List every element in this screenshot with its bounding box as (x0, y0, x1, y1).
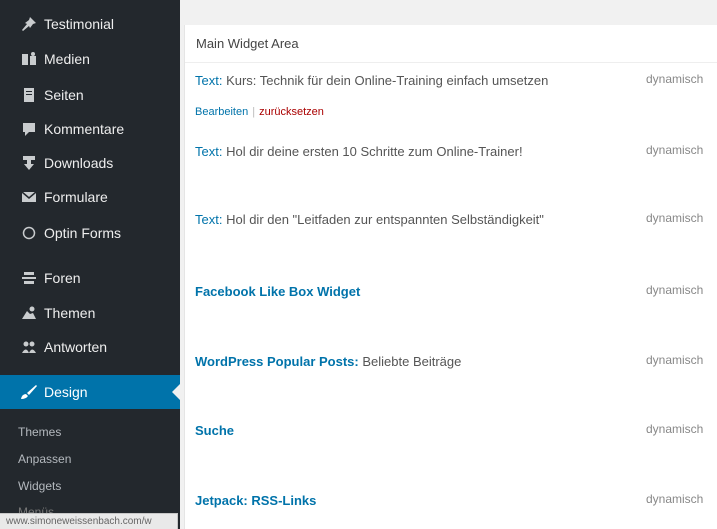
status-bar-url: www.simoneweissenbach.com/w (0, 513, 178, 529)
sidebar-item-formulare[interactable]: Formulare (0, 180, 180, 214)
widget-name: Hol dir deine ersten 10 Schritte zum Onl… (222, 144, 523, 159)
sidebar-item-kommentare[interactable]: Kommentare (0, 112, 180, 146)
topics-icon (16, 305, 42, 321)
widget-status: dynamisch (646, 283, 704, 297)
forum-icon (16, 270, 42, 286)
submenu-item-widgets[interactable]: Widgets (18, 479, 61, 493)
sidebar-item-label: Design (44, 384, 88, 400)
widget-status: dynamisch (646, 422, 704, 436)
reset-link[interactable]: zurücksetzen (259, 106, 324, 118)
widget-type: Jetpack: RSS-Links (195, 493, 317, 508)
widget-name: Kurs: Technik für dein Online-Training e… (222, 73, 549, 88)
sidebar-item-label: Downloads (44, 155, 114, 171)
widget-name: Hol dir den "Leitfaden zur entspannten S… (222, 212, 544, 227)
widget-title[interactable]: Suche (195, 423, 234, 438)
sidebar-item-antworten[interactable]: Antworten (0, 330, 180, 364)
sidebar-item-testimonial[interactable]: Testimonial (0, 7, 180, 41)
widget-status: dynamisch (646, 492, 704, 506)
sidebar-item-label: Testimonial (44, 16, 115, 32)
replies-icon (16, 339, 42, 355)
sidebar-item-label: Formulare (44, 189, 108, 205)
sidebar-item-label: Foren (44, 270, 81, 286)
widget-title[interactable]: Text: Hol dir den "Leitfaden zur entspan… (195, 212, 544, 227)
circle-icon (16, 225, 42, 241)
widget-status: dynamisch (646, 72, 704, 86)
widget-type: Suche (195, 423, 235, 438)
comment-icon (16, 121, 42, 137)
widget-title[interactable]: Text: Kurs: Technik für dein Online-Trai… (195, 73, 548, 88)
edit-link[interactable]: Bearbeiten (195, 106, 248, 118)
sidebar-item-themen[interactable]: Themen (0, 296, 180, 330)
widget-type: Text: (195, 73, 223, 88)
sidebar-item-design[interactable]: Design (0, 375, 180, 409)
widget-status: dynamisch (646, 211, 704, 225)
widget-title[interactable]: Facebook Like Box Widget (195, 284, 360, 299)
widget-type: Text: (195, 144, 223, 159)
widget-status: dynamisch (646, 143, 704, 157)
widget-area-title[interactable]: Main Widget Area (185, 25, 717, 63)
sidebar-item-medien[interactable]: Medien (0, 42, 180, 76)
sidebar-item-label: Antworten (44, 339, 108, 355)
sidebar-item-foren[interactable]: Foren (0, 261, 180, 295)
widget-area-panel: Main Widget Area Text: Kurs: Technik für… (184, 25, 717, 529)
sidebar-item-label: Kommentare (44, 121, 125, 137)
widget-type: WordPress Popular Posts: (195, 354, 359, 369)
sidebar-item-label: Themen (44, 305, 96, 321)
sidebar-item-seiten[interactable]: Seiten (0, 78, 180, 112)
sidebar-item-label: Medien (44, 51, 90, 67)
download-icon (16, 155, 42, 171)
widget-status: dynamisch (646, 353, 704, 367)
pages-icon (16, 87, 42, 103)
widget-type: Text: (195, 212, 223, 227)
envelope-icon (16, 189, 42, 205)
media-icon (16, 51, 42, 67)
pin-icon (16, 16, 42, 32)
admin-sidebar: Testimonial Medien Seiten Kommentare Dow… (0, 0, 180, 529)
submenu-item-anpassen[interactable]: Anpassen (18, 452, 71, 466)
widget-title[interactable]: WordPress Popular Posts: Beliebte Beiträ… (195, 354, 461, 369)
sidebar-item-optin-forms[interactable]: Optin Forms (0, 216, 180, 250)
sidebar-item-label: Seiten (44, 87, 84, 103)
submenu-item-themes[interactable]: Themes (18, 425, 61, 439)
widget-title[interactable]: Text: Hol dir deine ersten 10 Schritte z… (195, 144, 523, 159)
widget-row-actions: Bearbeiten | zurücksetzen (195, 106, 324, 118)
sidebar-item-label: Optin Forms (44, 225, 122, 241)
action-separator: | (252, 106, 256, 118)
paintbrush-icon (16, 384, 42, 400)
widget-name: Beliebte Beiträge (358, 354, 462, 369)
widget-type: Facebook Like Box Widget (195, 284, 361, 299)
sidebar-item-downloads[interactable]: Downloads (0, 146, 180, 180)
widget-title[interactable]: Jetpack: RSS-Links (195, 493, 316, 508)
